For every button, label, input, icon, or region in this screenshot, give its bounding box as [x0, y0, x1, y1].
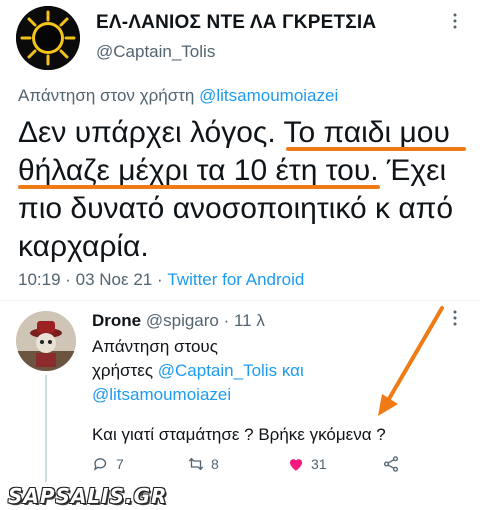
- highlight-underline: [286, 147, 466, 151]
- retweet-count: 8: [211, 456, 219, 472]
- user-handle[interactable]: @Captain_Tolis: [96, 42, 215, 62]
- avatar-eclipse[interactable]: [16, 6, 80, 70]
- replying-to: Απάντηση στον χρήστη @litsamoumoiazei: [18, 86, 338, 106]
- reply-handle[interactable]: @spigaro: [146, 311, 219, 330]
- mention-and: και: [281, 361, 304, 380]
- replying-to-label: Απάντηση στους: [92, 337, 218, 356]
- tweet-body-line: πιο δυνατό ανοσοποιητικό κ από: [18, 192, 454, 225]
- mention-link[interactable]: @litsamoumoiazei: [92, 385, 231, 404]
- source-link[interactable]: Twitter for Android: [167, 270, 304, 289]
- share-icon: [383, 456, 399, 472]
- tweet-body-line: καρχαρία.: [18, 230, 149, 263]
- highlight-underline: [18, 185, 380, 189]
- mention-link[interactable]: @Captain_Tolis: [158, 361, 277, 380]
- reply-header: Drone @spigaro · 11 λ: [92, 311, 265, 331]
- replying-to-label: χρήστες: [92, 361, 154, 380]
- reply-replying-to: Απάντηση στους χρήστες @Captain_Tolis κα…: [92, 335, 304, 407]
- mention-link[interactable]: @litsamoumoiazei: [199, 86, 338, 105]
- thread-line: [45, 375, 47, 483]
- share-action[interactable]: [382, 455, 400, 473]
- like-count: 31: [311, 456, 327, 472]
- more-options-icon[interactable]: [452, 12, 458, 30]
- avatar-drone[interactable]: [16, 311, 76, 371]
- reply-icon: [93, 458, 107, 471]
- action-bar: 7 8 31: [92, 455, 422, 479]
- reply-name[interactable]: Drone: [92, 311, 141, 330]
- reply-age: · 11 λ: [223, 311, 265, 330]
- reply-count: 7: [116, 456, 124, 472]
- tweet-meta: 10:19 · 03 Νοε 21 · Twitter for Android: [18, 270, 304, 290]
- annotation-arrow: [378, 306, 444, 416]
- watermark-bar: SAPSALIS.GR: [0, 482, 480, 510]
- retweet-icon: [188, 457, 204, 471]
- replying-to-label: Απάντηση στον χρήστη: [18, 86, 195, 105]
- heart-icon: [290, 459, 302, 471]
- site-watermark: SAPSALIS.GR: [8, 484, 168, 508]
- reply-action[interactable]: 7: [92, 455, 124, 473]
- timestamp[interactable]: 10:19 · 03 Νοε 21 ·: [18, 270, 163, 289]
- main-tweet: ΕΛ-ΛΑΝΙΟΣ ΝΤΕ ΛΑ ΓΚΡΕΤΣΙΑ @Captain_Tolis…: [0, 0, 480, 300]
- display-name[interactable]: ΕΛ-ΛΑΝΙΟΣ ΝΤΕ ΛΑ ΓΚΡΕΤΣΙΑ: [96, 12, 376, 34]
- like-action[interactable]: 31: [287, 455, 327, 473]
- tweet-body: Δεν υπάρχει λόγος. Το παιδι μου θήλαζε μ…: [18, 114, 468, 266]
- retweet-action[interactable]: 8: [187, 455, 219, 473]
- reply-body: Και γιατί σταμάτησε ? Βρήκε γκόμενα ?: [92, 425, 386, 444]
